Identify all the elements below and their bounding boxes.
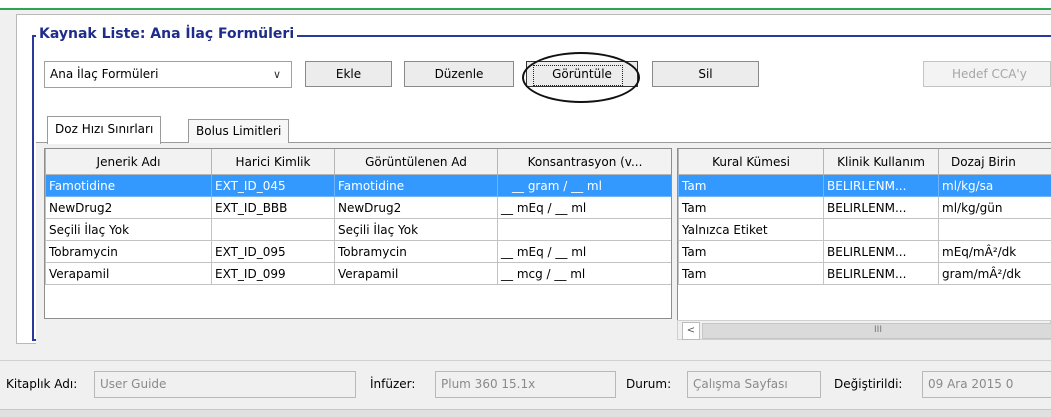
tab-dose-rate-limits[interactable]: Doz Hızı Sınırları <box>47 116 162 144</box>
left-table: Jenerik Adı Harici Kimlik Görüntülenen A… <box>45 149 671 285</box>
delete-button[interactable]: Sil <box>652 61 759 87</box>
cell-clinical-use: BELIRLENM... <box>823 196 939 219</box>
cell-clinical-use: BELIRLENM... <box>823 262 939 285</box>
table-row[interactable]: Yalnızca Etiket <box>678 218 1051 241</box>
status-field: Çalışma Sayfası <box>687 371 821 398</box>
cell-concentration: __ mcg / __ ml <box>497 262 671 285</box>
cell-rule-set: Yalnızca Etiket <box>678 218 824 241</box>
scroll-thumb[interactable]: III <box>702 323 1051 339</box>
table-row[interactable]: Verapamil EXT_ID_099 Verapamil __ mcg / … <box>45 262 671 285</box>
cell-external-id <box>211 218 335 241</box>
cell-concentration: __ mEq / __ ml <box>497 240 671 263</box>
library-name-field: User Guide <box>94 371 356 398</box>
table-row[interactable]: Tam BELIRLENM... mEq/mÂ²/dk <box>678 240 1051 263</box>
bottom-edge <box>0 409 1051 417</box>
col-dosing-unit[interactable]: Dozaj Birin <box>938 149 1051 175</box>
cell-rule-set: Tam <box>678 240 824 263</box>
cell-external-id: EXT_ID_095 <box>211 240 335 263</box>
table-row[interactable]: Tam BELIRLENM... gram/mÂ²/dk <box>678 262 1051 285</box>
cell-rule-set: Tam <box>678 262 824 285</box>
cell-display-name: Seçili İlaç Yok <box>334 218 498 241</box>
target-cca-button[interactable]: Hedef CCA'y <box>923 61 1051 87</box>
cell-display-name: Tobramycin <box>334 240 498 263</box>
modified-label: Değiştirildi: <box>834 377 903 391</box>
cell-generic-name: Seçili İlaç Yok <box>45 218 212 241</box>
top-border <box>0 0 1051 10</box>
modified-field: 09 Ara 2015 0 <box>922 371 1051 398</box>
cell-display-name: NewDrug2 <box>334 196 498 219</box>
list-type-select[interactable]: Ana İlaç Formüleri ∨ <box>44 61 292 88</box>
cell-clinical-use: BELIRLENM... <box>823 174 939 197</box>
library-name-label: Kitaplık Adı: <box>6 377 78 391</box>
cell-concentration: __ gram / __ ml <box>497 174 671 197</box>
cell-rule-set: Tam <box>678 174 824 197</box>
table-row[interactable]: Tobramycin EXT_ID_095 Tobramycin __ mEq … <box>45 240 671 263</box>
table-row[interactable]: Famotidine EXT_ID_045 Famotidine __ gram… <box>45 174 671 197</box>
status-label: Durum: <box>626 377 672 391</box>
infuser-field: Plum 360 15.1x <box>435 371 616 398</box>
cell-external-id: EXT_ID_045 <box>211 174 335 197</box>
tab-bolus-limits[interactable]: Bolus Limitleri <box>188 119 290 143</box>
cell-dosing-unit: mEq/mÂ²/dk <box>938 240 1051 263</box>
col-display-name[interactable]: Görüntülenen Ad <box>334 149 498 175</box>
add-button[interactable]: Ekle <box>305 61 392 87</box>
cell-clinical-use <box>823 218 939 241</box>
group-title: Kaynak Liste: Ana İlaç Formüleri <box>36 26 298 43</box>
cell-dosing-unit <box>938 218 1051 241</box>
infuser-label: İnfüzer: <box>370 377 416 391</box>
scroll-left-arrow-icon[interactable]: < <box>682 322 700 340</box>
col-clinical-use[interactable]: Klinik Kullanım <box>823 149 939 175</box>
table-row[interactable]: Tam BELIRLENM... ml/kg/sa <box>678 174 1051 197</box>
cell-dosing-unit: gram/mÂ²/dk <box>938 262 1051 285</box>
right-grid: Kural Kümesi Klinik Kullanım Dozaj Birin… <box>677 148 1051 321</box>
cell-generic-name: Verapamil <box>45 262 212 285</box>
list-type-value: Ana İlaç Formüleri <box>50 67 159 81</box>
cell-generic-name: Tobramycin <box>45 240 212 263</box>
grip-icon: III <box>874 325 882 335</box>
cell-external-id: EXT_ID_099 <box>211 262 335 285</box>
cell-display-name: Famotidine <box>334 174 498 197</box>
col-generic-name[interactable]: Jenerik Adı <box>45 149 212 175</box>
table-row[interactable]: NewDrug2 EXT_ID_BBB NewDrug2 __ mEq / __… <box>45 196 671 219</box>
horizontal-scrollbar[interactable]: < III <box>677 320 1051 340</box>
cell-generic-name: NewDrug2 <box>45 196 212 219</box>
right-table: Kural Kümesi Klinik Kullanım Dozaj Birin… <box>678 149 1051 285</box>
col-rule-set[interactable]: Kural Kümesi <box>678 149 824 175</box>
cell-display-name: Verapamil <box>334 262 498 285</box>
cell-external-id: EXT_ID_BBB <box>211 196 335 219</box>
edit-button[interactable]: Düzenle <box>404 61 514 87</box>
cell-dosing-unit: ml/kg/gün <box>938 196 1051 219</box>
cell-rule-set: Tam <box>678 196 824 219</box>
col-concentration[interactable]: Konsantrasyon (v... <box>497 149 671 175</box>
cell-generic-name: Famotidine <box>45 174 212 197</box>
cell-dosing-unit: ml/kg/sa <box>938 174 1051 197</box>
highlight-circle <box>522 52 640 103</box>
left-grid: Jenerik Adı Harici Kimlik Görüntülenen A… <box>44 148 672 319</box>
col-external-id[interactable]: Harici Kimlik <box>211 149 335 175</box>
cell-concentration <box>497 218 671 241</box>
table-row[interactable]: Tam BELIRLENM... ml/kg/gün <box>678 196 1051 219</box>
chevron-down-icon: ∨ <box>272 68 281 81</box>
cell-clinical-use: BELIRLENM... <box>823 240 939 263</box>
cell-concentration: __ mEq / __ ml <box>497 196 671 219</box>
table-row[interactable]: Seçili İlaç Yok Seçili İlaç Yok <box>45 218 671 241</box>
